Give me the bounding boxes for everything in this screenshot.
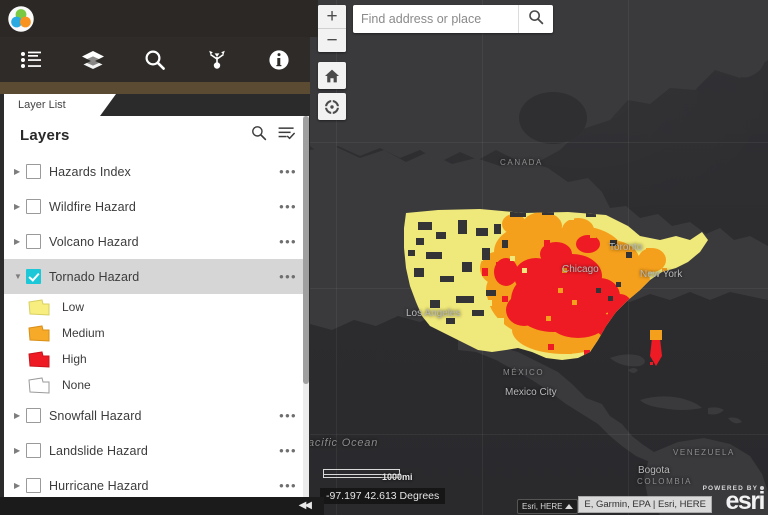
layer-search-button[interactable] [251, 125, 267, 146]
map-attribution[interactable]: E, Garmin, EPA | Esri, HERE [578, 496, 712, 513]
layer-label: Wildfire Hazard [49, 200, 277, 214]
search-icon [251, 125, 267, 146]
brand-bar [0, 0, 318, 37]
zoom-out-button[interactable]: − [318, 28, 346, 52]
layer-visibility-checkbox[interactable] [26, 478, 41, 493]
layers-icon [81, 49, 105, 71]
layer-list-tool[interactable] [0, 37, 62, 82]
panel-tabstrip: Layer List [0, 94, 310, 116]
legend-item-none: None [4, 372, 309, 398]
layer-visibility-checkbox[interactable] [26, 408, 41, 423]
zoom-controls: + − [318, 5, 346, 52]
layer-menu-button[interactable]: ••• [277, 161, 299, 182]
home-button[interactable] [318, 62, 346, 89]
basemap-tool[interactable] [62, 37, 124, 82]
caret-up-icon [565, 504, 573, 509]
panel-footer: ◀◀ [0, 497, 324, 515]
legend-item-medium: Medium [4, 320, 309, 346]
layer-list-panel: Layers [4, 116, 309, 497]
layer-label: Tornado Hazard [49, 270, 277, 284]
about-tool[interactable] [248, 37, 310, 82]
app-logo[interactable] [8, 6, 34, 32]
chevron-down-icon[interactable]: ▼ [14, 273, 26, 281]
chevron-right-icon[interactable]: ▶ [14, 238, 26, 246]
layer-row-volcano-hazard[interactable]: ▶ Volcano Hazard ••• [4, 224, 309, 259]
layer-label: Landslide Hazard [49, 444, 277, 458]
layer-visibility-checkbox[interactable] [26, 443, 41, 458]
share-icon [205, 49, 229, 71]
layer-label: Volcano Hazard [49, 235, 277, 249]
layer-menu-button[interactable]: ••• [277, 440, 299, 461]
filter-list-icon [278, 125, 295, 146]
layer-menu-button[interactable]: ••• [277, 196, 299, 217]
panel-header: Layers [4, 116, 309, 154]
search-tool[interactable] [124, 37, 186, 82]
layer-options-button[interactable] [278, 125, 295, 146]
layer-row-wildfire-hazard[interactable]: ▶ Wildfire Hazard ••• [4, 189, 309, 224]
tornado-hazard-layer [310, 0, 768, 515]
locate-button[interactable] [318, 93, 346, 120]
list-icon [20, 50, 42, 70]
panel-scrollbar[interactable] [303, 116, 309, 497]
layer-visibility-checkbox[interactable] [26, 164, 41, 179]
attribution-badge-label: Esri, HERE [522, 502, 562, 511]
attribution-expand-badge[interactable]: Esri, HERE [517, 499, 578, 514]
info-icon [268, 49, 290, 71]
layer-row-hazards-index[interactable]: ▶ Hazards Index ••• [4, 154, 309, 189]
layer-list[interactable]: ▶ Hazards Index ••• ▶ Wildfire Hazard ••… [4, 154, 309, 497]
panel-scrollbar-thumb[interactable] [303, 116, 309, 384]
chevron-right-icon[interactable]: ▶ [14, 482, 26, 490]
legend-label: Low [62, 300, 84, 314]
legend-label: Medium [62, 326, 105, 340]
coordinate-readout: -97.197 42.613 Degrees [320, 488, 445, 504]
chevron-right-icon[interactable]: ▶ [14, 203, 26, 211]
panel-title: Layers [20, 127, 240, 144]
layer-row-tornado-hazard[interactable]: ▼ Tornado Hazard ••• [4, 259, 309, 294]
app-toolbar [0, 37, 310, 82]
share-tool[interactable] [186, 37, 248, 82]
layer-row-snowfall-hazard[interactable]: ▶ Snowfall Hazard ••• [4, 398, 309, 433]
search-submit-button[interactable] [518, 5, 553, 33]
left-panel-column: Layer List Layers [0, 0, 310, 515]
chevron-right-icon[interactable]: ▶ [14, 168, 26, 176]
layer-visibility-checkbox[interactable] [26, 199, 41, 214]
collapse-left-icon[interactable]: ◀◀ [299, 501, 310, 511]
layer-visibility-checkbox[interactable] [26, 269, 41, 284]
layer-row-landslide-hazard[interactable]: ▶ Landslide Hazard ••• [4, 433, 309, 468]
home-icon [324, 68, 340, 84]
layer-menu-button[interactable]: ••• [277, 475, 299, 496]
legend-swatch [28, 325, 50, 342]
legend-item-low: Low [4, 294, 309, 320]
search-icon [144, 49, 166, 71]
layer-row-hurricane-hazard[interactable]: ▶ Hurricane Hazard ••• [4, 468, 309, 497]
legend-swatch [28, 377, 50, 394]
search-icon [528, 9, 544, 30]
accent-strip [0, 82, 310, 94]
legend-label: High [62, 352, 87, 366]
zoom-in-button[interactable]: + [318, 5, 346, 28]
chevron-right-icon[interactable]: ▶ [14, 412, 26, 420]
layer-menu-button[interactable]: ••• [277, 405, 299, 426]
legend-label: None [62, 378, 91, 392]
legend-swatch [28, 351, 50, 368]
map-background [310, 0, 768, 515]
locate-icon [324, 99, 340, 115]
chevron-right-icon[interactable]: ▶ [14, 447, 26, 455]
map-canvas[interactable]: CANADA Toronto Chicago New York Los Ange… [310, 0, 768, 515]
layer-label: Hazards Index [49, 165, 277, 179]
web-map-application: CANADA Toronto Chicago New York Los Ange… [0, 0, 768, 515]
search-input[interactable] [353, 12, 518, 26]
three-circles-icon [8, 6, 34, 32]
layer-menu-button[interactable]: ••• [277, 231, 299, 252]
legend-item-high: High [4, 346, 309, 372]
layer-label: Hurricane Hazard [49, 479, 277, 493]
layer-label: Snowfall Hazard [49, 409, 277, 423]
layer-menu-button[interactable]: ••• [277, 266, 299, 287]
legend-swatch [28, 299, 50, 316]
scale-bar-label: 1000mi [382, 472, 413, 482]
layer-visibility-checkbox[interactable] [26, 234, 41, 249]
tab-layer-list[interactable]: Layer List [4, 94, 116, 116]
map-search-box[interactable] [353, 5, 553, 33]
